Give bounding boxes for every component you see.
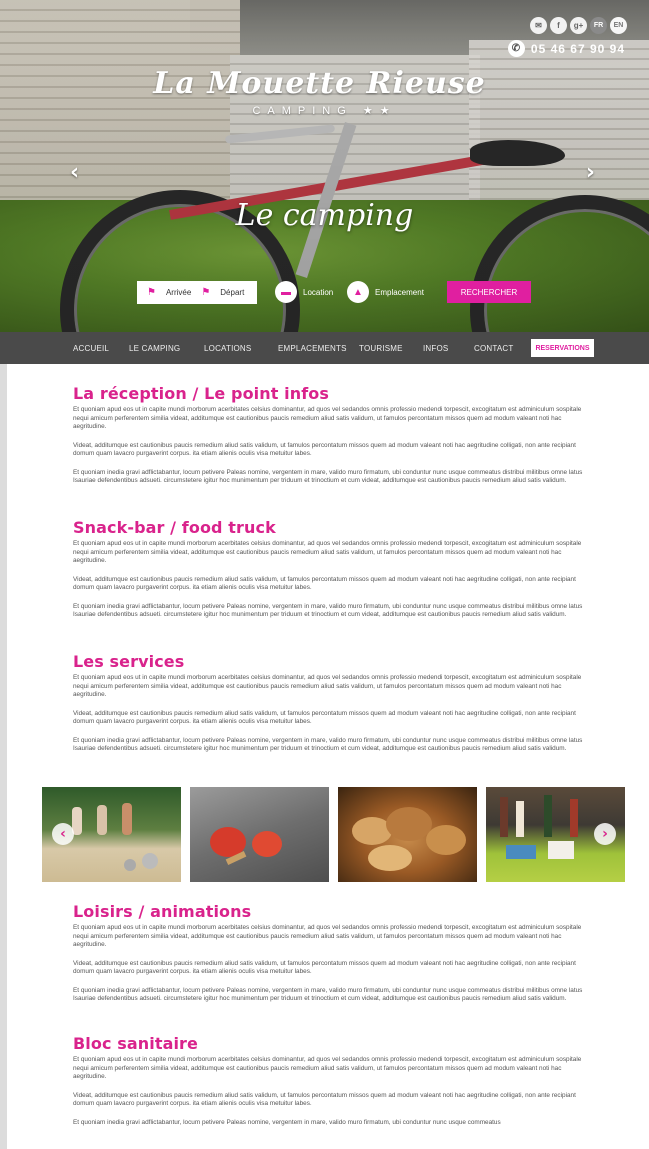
section-loisirs: Loisirs / animations Et quoniam apud eos… (73, 902, 593, 1014)
photo-gallery: ‹ › (42, 787, 626, 882)
gallery-photo-ping-pong[interactable] (190, 787, 329, 882)
email-icon[interactable]: ✉ (530, 17, 547, 34)
nav-item-emplacements[interactable]: EMPLACEMENTS (278, 332, 347, 364)
nav-item-locations[interactable]: LOCATIONS (204, 332, 251, 364)
departure-field[interactable]: Départ (220, 288, 244, 297)
lang-fr-button[interactable]: FR (590, 17, 607, 34)
calendar-pin-icon: ⚑ (147, 287, 156, 298)
section-paragraph: Videat, additumque est cautionibus pauci… (73, 709, 576, 726)
booking-bar: ⚑ Arrivée ⚑ Départ ▬ Location ▲ Emplacem… (137, 281, 537, 305)
section-title: Bloc sanitaire (73, 1034, 198, 1053)
section-paragraph: Et quoniam apud eos ut in capite mundi m… (73, 406, 582, 430)
calendar-pin-icon: ⚑ (201, 287, 211, 298)
section-paragraph: Et quoniam apud eos ut in capite mundi m… (73, 924, 582, 948)
logo-subtitle: CAMPING ★★ (252, 105, 397, 117)
facebook-icon[interactable]: f (550, 17, 567, 34)
nav-item-le-camping[interactable]: LE CAMPING (129, 332, 180, 364)
section-bloc-sanitaire: Bloc sanitaire Et quoniam apud eos ut in… (73, 1034, 593, 1137)
search-button[interactable]: RECHERCHER (447, 281, 531, 303)
nav-item-infos[interactable]: INFOS (423, 332, 448, 364)
gallery-photo-bread[interactable] (338, 787, 477, 882)
section-snack-bar: Snack-bar / food truck Et quoniam apud e… (73, 518, 593, 630)
section-paragraph: Et quoniam apud eos ut in capite mundi m… (73, 1056, 582, 1080)
site-logo[interactable]: La Mouette Rieuse CAMPING ★★ (0, 66, 649, 117)
section-title: Snack-bar / food truck (73, 518, 276, 537)
section-paragraph: Et quoniam inedia gravi adflictabantur, … (73, 736, 583, 753)
hero-banner: ✉ f g+ FR EN ✆ 05 46 67 90 94 La Mouette… (0, 0, 649, 332)
nav-item-contact[interactable]: CONTACT (474, 332, 513, 364)
lang-en-button[interactable]: EN (610, 17, 627, 34)
section-paragraph: Videat, additumque est cautionibus pauci… (73, 959, 576, 976)
google-plus-icon[interactable]: g+ (570, 17, 587, 34)
section-services: Les services Et quoniam apud eos ut in c… (73, 652, 593, 764)
section-title: Les services (73, 652, 185, 671)
location-option[interactable]: ▬ Location (275, 281, 333, 303)
section-paragraph: Et quoniam inedia gravi adflictabantur, … (73, 468, 583, 485)
nav-item-accueil[interactable]: ACCUEIL (73, 332, 109, 364)
section-paragraph: Videat, additumque est cautionibus pauci… (73, 1091, 576, 1108)
logo-name: La Mouette Rieuse (153, 66, 486, 101)
gallery-next-button[interactable]: › (594, 823, 616, 845)
phone-icon: ✆ (507, 40, 525, 57)
pitch-label: Emplacement (375, 287, 424, 297)
phone-number: 05 46 67 90 94 (530, 41, 625, 56)
tent-icon: ▲ (347, 281, 369, 303)
main-nav: ACCUEIL LE CAMPING LOCATIONS EMPLACEMENT… (0, 332, 649, 364)
section-paragraph: Et quoniam apud eos ut in capite mundi m… (73, 674, 582, 698)
location-label: Location (303, 287, 334, 297)
date-selector[interactable]: ⚑ Arrivée ⚑ Départ (137, 281, 257, 304)
reservations-button[interactable]: RESERVATIONS (531, 339, 594, 357)
gallery-prev-button[interactable]: ‹ (52, 823, 74, 845)
section-paragraph: Videat, additumque est cautionibus pauci… (73, 575, 576, 592)
nav-item-tourisme[interactable]: TOURISME (359, 332, 403, 364)
section-reception: La réception / Le point infos Et quoniam… (73, 384, 593, 496)
main-content: La réception / Le point infos Et quoniam… (7, 364, 649, 1149)
arrival-field[interactable]: Arrivée (166, 288, 191, 297)
hero-prev-arrow[interactable]: ‹ (70, 160, 79, 185)
pitch-option[interactable]: ▲ Emplacement (347, 281, 424, 303)
section-paragraph: Et quoniam inedia gravi adflictabantur, … (73, 1118, 501, 1126)
section-paragraph: Et quoniam inedia gravi adflictabantur, … (73, 602, 583, 619)
section-paragraph: Videat, additumque est cautionibus pauci… (73, 441, 576, 458)
section-paragraph: Et quoniam inedia gravi adflictabantur, … (73, 986, 583, 1003)
social-links: ✉ f g+ FR EN (530, 17, 627, 34)
hero-tagline: Le camping (235, 198, 414, 233)
hero-next-arrow[interactable]: › (586, 160, 595, 185)
phone-contact[interactable]: ✆ 05 46 67 90 94 (507, 40, 625, 57)
section-title: Loisirs / animations (73, 902, 252, 921)
section-title: La réception / Le point infos (73, 384, 330, 403)
bed-icon: ▬ (275, 281, 297, 303)
section-paragraph: Et quoniam apud eos ut in capite mundi m… (73, 540, 582, 564)
